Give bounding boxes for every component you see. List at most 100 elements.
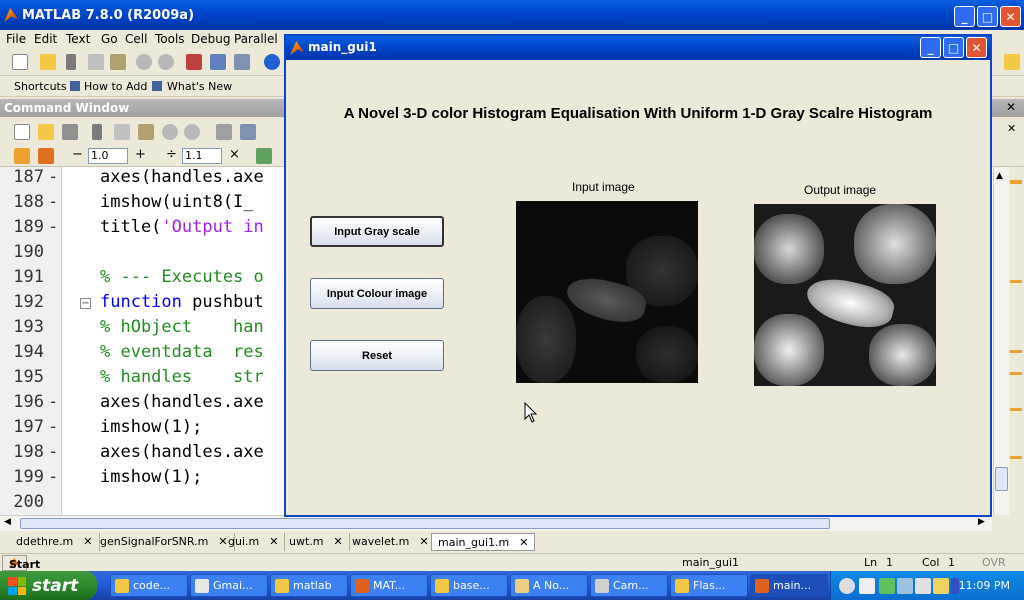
tab-gui[interactable]: gui.m ✕ — [222, 533, 286, 551]
minimize-icon[interactable]: _ — [954, 6, 975, 27]
paste-icon[interactable] — [138, 124, 154, 140]
mlint-marker[interactable] — [1010, 350, 1022, 353]
close-tab-icon[interactable]: ✕ — [519, 536, 528, 549]
breakpoint-marker[interactable]: - — [48, 417, 58, 437]
menu-parallel[interactable]: Parallel — [234, 32, 278, 46]
taskbar-button[interactable]: Gmai... — [190, 574, 268, 597]
taskbar-button[interactable]: Cam... — [590, 574, 668, 597]
taskbar-button[interactable]: Flas... — [670, 574, 748, 597]
help-icon[interactable] — [264, 54, 280, 70]
print-icon[interactable] — [216, 124, 232, 140]
close-tab-icon[interactable]: ✕ — [269, 535, 278, 548]
undo-icon[interactable] — [162, 124, 178, 140]
close-tab-icon[interactable]: ✕ — [334, 535, 343, 548]
windows-start-button[interactable]: start — [0, 571, 97, 600]
decrement-button[interactable]: − — [72, 147, 83, 162]
close-panel-icon[interactable]: ✕ — [1006, 100, 1016, 114]
paste-icon[interactable] — [110, 54, 126, 70]
cut-icon[interactable] — [92, 124, 102, 140]
mlint-marker[interactable] — [1010, 456, 1022, 459]
taskbar-button[interactable]: A No... — [510, 574, 588, 597]
scroll-thumb[interactable] — [20, 518, 830, 529]
new-file-icon[interactable] — [12, 54, 28, 70]
find-icon[interactable] — [240, 124, 256, 140]
copy-icon[interactable] — [88, 54, 104, 70]
tab-gensignalforsnr[interactable]: genSignalForSNR.m ✕ — [94, 533, 235, 551]
breakpoint-marker[interactable]: - — [48, 467, 58, 487]
maximize-icon[interactable]: □ — [943, 37, 964, 58]
taskbar-button[interactable]: main... — [750, 574, 828, 597]
browse-folder-icon[interactable] — [1004, 54, 1020, 70]
tab-ddethre[interactable]: ddethre.m ✕ — [10, 533, 100, 551]
open-folder-icon[interactable] — [40, 54, 56, 70]
breakpoint-marker[interactable]: - — [48, 217, 58, 237]
menu-debug[interactable]: Debug — [191, 32, 230, 46]
mlint-marker[interactable] — [1010, 372, 1022, 375]
menu-text[interactable]: Text — [66, 32, 90, 46]
taskbar-button[interactable]: base... — [430, 574, 508, 597]
tray-icon[interactable] — [839, 578, 855, 594]
breakpoint-marker[interactable]: - — [48, 167, 58, 187]
redo-icon[interactable] — [184, 124, 200, 140]
multiply-button[interactable]: × — [229, 147, 240, 162]
menu-go[interactable]: Go — [101, 32, 118, 46]
cell-eval-icon[interactable] — [38, 148, 54, 164]
scroll-thumb[interactable] — [995, 467, 1008, 491]
copy-icon[interactable] — [114, 124, 130, 140]
taskbar-button[interactable]: MAT... — [350, 574, 428, 597]
editor-vertical-scrollbar[interactable]: ▲ — [993, 167, 1009, 515]
mlint-marker[interactable] — [1010, 408, 1022, 411]
cell-insert-icon[interactable] — [14, 148, 30, 164]
close-tab-icon[interactable]: ✕ — [419, 535, 428, 548]
redo-icon[interactable] — [158, 54, 174, 70]
increment-button[interactable]: + — [135, 147, 146, 162]
input-colour-image-button[interactable]: Input Colour image — [310, 278, 444, 309]
tray-icon[interactable] — [915, 578, 931, 594]
close-editor-icon[interactable]: ✕ — [1007, 122, 1016, 135]
new-file-icon[interactable] — [14, 124, 30, 140]
scroll-left-icon[interactable]: ◀ — [4, 517, 11, 527]
tab-main-gui1[interactable]: main_gui1.m ✕ — [431, 533, 536, 551]
matlab-start-button[interactable]: Start — [2, 555, 40, 571]
mlint-marker[interactable] — [1010, 180, 1022, 184]
save-icon[interactable] — [62, 124, 78, 140]
menu-cell[interactable]: Cell — [125, 32, 147, 46]
fold-toggle-icon[interactable]: − — [80, 298, 91, 309]
reset-button[interactable]: Reset — [310, 340, 444, 371]
simulink-icon[interactable] — [186, 54, 202, 70]
volume-icon[interactable] — [933, 578, 949, 594]
editor-horizontal-scrollbar[interactable]: ◀ ▶ — [0, 515, 992, 531]
tray-icon[interactable] — [859, 578, 875, 594]
network-icon[interactable] — [897, 578, 913, 594]
close-icon[interactable]: ✕ — [966, 37, 987, 58]
input-gray-scale-button[interactable]: Input Gray scale — [310, 216, 444, 247]
breakpoint-marker[interactable]: - — [48, 442, 58, 462]
breakpoint-marker[interactable]: - — [48, 192, 58, 212]
breakpoint-marker[interactable]: - — [48, 392, 58, 412]
divide-button[interactable]: ÷ — [166, 147, 177, 162]
tab-uwt[interactable]: uwt.m ✕ — [283, 533, 350, 551]
maximize-icon[interactable]: □ — [977, 6, 998, 27]
cell-mode-icon[interactable] — [256, 148, 272, 164]
open-folder-icon[interactable] — [38, 124, 54, 140]
undo-icon[interactable] — [136, 54, 152, 70]
scale-value-field[interactable]: 1.1 — [182, 148, 222, 164]
menu-edit[interactable]: Edit — [34, 32, 57, 46]
taskbar-button[interactable]: code... — [110, 574, 188, 597]
tab-wavelet[interactable]: wavelet.m ✕ — [346, 533, 436, 551]
how-to-add-link[interactable]: How to Add — [84, 80, 147, 93]
taskbar-button[interactable]: matlab — [270, 574, 348, 597]
close-icon[interactable]: ✕ — [1000, 6, 1021, 27]
scroll-up-icon[interactable]: ▲ — [996, 171, 1003, 181]
tray-icon[interactable] — [879, 578, 895, 594]
close-tab-icon[interactable]: ✕ — [83, 535, 92, 548]
guide-icon[interactable] — [210, 54, 226, 70]
menu-file[interactable]: File — [6, 32, 26, 46]
scroll-right-icon[interactable]: ▶ — [978, 517, 985, 527]
menu-tools[interactable]: Tools — [155, 32, 185, 46]
cut-icon[interactable] — [66, 54, 76, 70]
minimize-icon[interactable]: _ — [920, 37, 941, 58]
increment-value-field[interactable]: 1.0 — [88, 148, 128, 164]
whats-new-link[interactable]: What's New — [167, 80, 232, 93]
mlint-marker[interactable] — [1010, 280, 1022, 283]
